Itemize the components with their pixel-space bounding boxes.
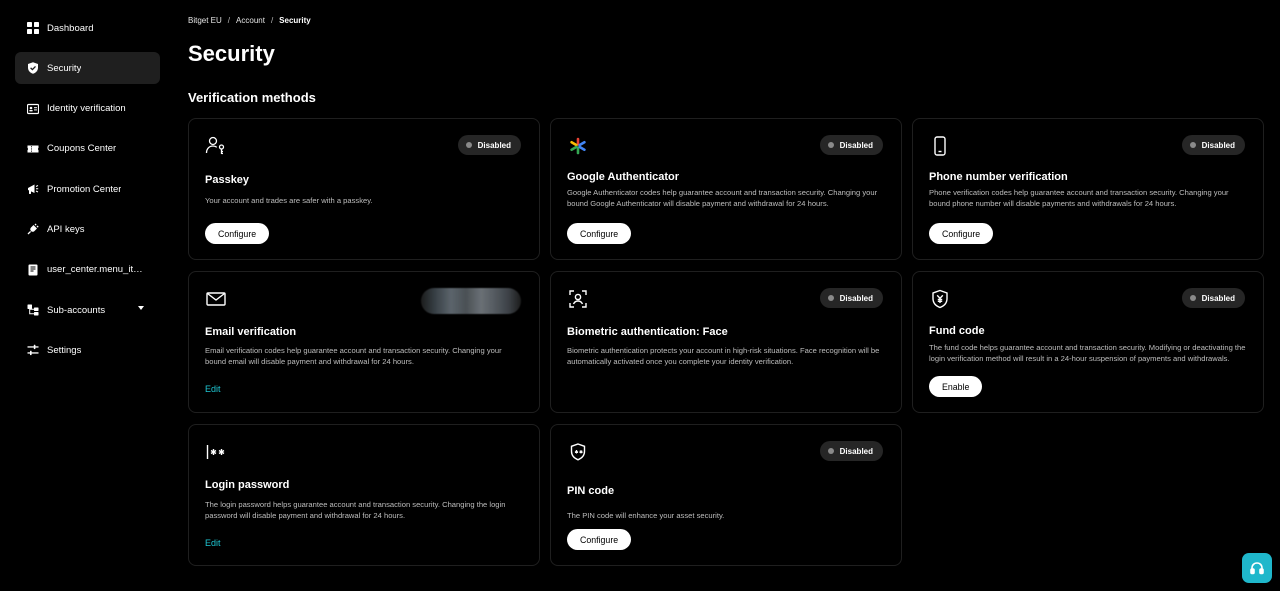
breadcrumb-link[interactable]: Account — [236, 16, 265, 25]
sidebar-item-label: Sub-accounts — [47, 304, 106, 316]
status-label: Disabled — [477, 140, 511, 150]
card-description: Phone verification codes help guarantee … — [929, 188, 1229, 209]
breadcrumb-separator: / — [227, 16, 231, 25]
sidebar-item-label: Dashboard — [47, 22, 94, 34]
page-title: Security — [188, 41, 275, 66]
phone-verification-card: Disabled Phone number verification Phone… — [912, 118, 1264, 260]
phone-icon — [929, 135, 951, 157]
id-card-icon — [26, 102, 39, 115]
pin-code-card: Disabled PIN code The PIN code will enha… — [550, 424, 902, 566]
mail-icon — [205, 288, 227, 310]
status-badge: Disabled — [819, 441, 883, 461]
sub-accounts-icon — [26, 304, 39, 317]
support-button[interactable] — [1242, 553, 1272, 583]
sliders-icon — [26, 344, 39, 357]
card-description: Email verification codes help guarantee … — [205, 346, 502, 367]
email-edit-link[interactable]: Edit — [205, 384, 221, 394]
sidebar-item-label: Security — [47, 62, 82, 74]
breadcrumb-link[interactable]: Bitget EU — [188, 16, 222, 25]
sidebar-item-label: Identity verification — [47, 103, 126, 115]
card-description: The PIN code will enhance your asset sec… — [567, 511, 725, 520]
card-title: Email verification — [205, 326, 297, 338]
breadcrumb-current: Security — [279, 16, 311, 25]
email-verification-card: Email verification Email verification co… — [188, 271, 540, 413]
breadcrumb-separator: / — [270, 16, 274, 25]
passkey-configure-button[interactable]: Configure — [205, 223, 270, 244]
card-title: Fund code — [929, 325, 985, 337]
card-description: The login password helps guarantee accou… — [205, 500, 506, 521]
status-badge: Disabled — [1181, 288, 1245, 308]
login-password-edit-link[interactable]: Edit — [205, 538, 221, 548]
status-dot — [1189, 295, 1196, 301]
card-description: Biometric authentication protects your a… — [567, 346, 880, 367]
card-title: Google Authenticator — [567, 171, 680, 183]
card-description: The fund code helps guarantee account an… — [929, 343, 1246, 364]
megaphone-icon — [26, 183, 39, 196]
card-title: Passkey — [205, 174, 250, 186]
google-authenticator-icon — [567, 135, 589, 157]
card-description: Your account and trades are safer with a… — [205, 196, 373, 205]
fund-shield-icon — [929, 288, 951, 310]
headset-icon — [1249, 560, 1265, 576]
notebook-icon — [26, 263, 39, 276]
status-dot — [1189, 142, 1196, 148]
sidebar-item-label: Settings — [47, 344, 82, 356]
face-scan-icon — [567, 288, 589, 310]
status-badge: Disabled — [819, 135, 883, 155]
fund-code-enable-button[interactable]: Enable — [929, 376, 983, 397]
status-dot — [827, 142, 834, 148]
status-label: Disabled — [1201, 140, 1235, 150]
google-authenticator-configure-button[interactable]: Configure — [567, 223, 632, 244]
status-dot — [465, 142, 472, 148]
shield-icon — [26, 62, 39, 75]
pin-shield-icon — [567, 441, 589, 463]
card-title: PIN code — [567, 485, 615, 497]
sidebar-item-label: Coupons Center — [47, 143, 117, 155]
status-label: Disabled — [839, 293, 873, 303]
card-title: Biometric authentication: Face — [567, 326, 728, 338]
passkey-card: Disabled Passkey Your account and trades… — [188, 118, 540, 260]
fund-code-card: Disabled Fund code The fund code helps g… — [912, 271, 1264, 413]
sidebar-item-coupons-center[interactable]: Coupons Center — [15, 133, 160, 165]
sidebar-item-sub-accounts[interactable]: Sub-accounts — [15, 294, 160, 326]
sidebar-item-label: Promotion Center — [47, 183, 122, 195]
sidebar: Dashboard Security Identity verification… — [15, 12, 160, 375]
chevron-down-icon[interactable] — [138, 306, 144, 311]
password-icon — [205, 441, 227, 463]
status-label: Disabled — [839, 140, 873, 150]
section-title: Verification methods — [188, 90, 316, 105]
sidebar-item-promotion-center[interactable]: Promotion Center — [15, 173, 160, 205]
ticket-icon — [26, 142, 39, 155]
dashboard-icon — [26, 22, 39, 35]
card-title: Phone number verification — [929, 171, 1068, 183]
sidebar-item-settings[interactable]: Settings — [15, 334, 160, 366]
sidebar-item-label: user_center.menu_ite... — [47, 264, 145, 276]
sidebar-item-label: API keys — [47, 223, 85, 235]
sidebar-item-security[interactable]: Security — [15, 52, 160, 85]
status-label: Disabled — [839, 446, 873, 456]
status-badge: Disabled — [1181, 135, 1245, 155]
sidebar-item-identity-verification[interactable]: Identity verification — [15, 93, 160, 125]
sidebar-item-user-center-menu[interactable]: user_center.menu_ite... — [15, 254, 160, 286]
status-dot — [827, 448, 834, 454]
plug-icon — [26, 223, 39, 236]
google-authenticator-card: Disabled Google Authenticator Google Aut… — [550, 118, 902, 260]
passkey-icon — [205, 135, 227, 157]
card-title: Login password — [205, 479, 290, 491]
phone-configure-button[interactable]: Configure — [929, 223, 994, 244]
card-description: Google Authenticator codes help guarante… — [567, 188, 878, 209]
status-badge: Disabled — [457, 135, 521, 155]
login-password-card: Login password The login password helps … — [188, 424, 540, 566]
status-badge: Disabled — [819, 288, 883, 308]
breadcrumb: Bitget EU / Account / Security — [188, 16, 311, 25]
pin-code-configure-button[interactable]: Configure — [567, 529, 632, 550]
status-label: Disabled — [1201, 293, 1235, 303]
sidebar-item-api-keys[interactable]: API keys — [15, 213, 160, 245]
biometric-face-card: Disabled Biometric authentication: Face … — [550, 271, 902, 413]
sidebar-item-dashboard[interactable]: Dashboard — [15, 12, 160, 44]
status-dot — [827, 295, 834, 301]
masked-email-badge — [421, 288, 521, 314]
